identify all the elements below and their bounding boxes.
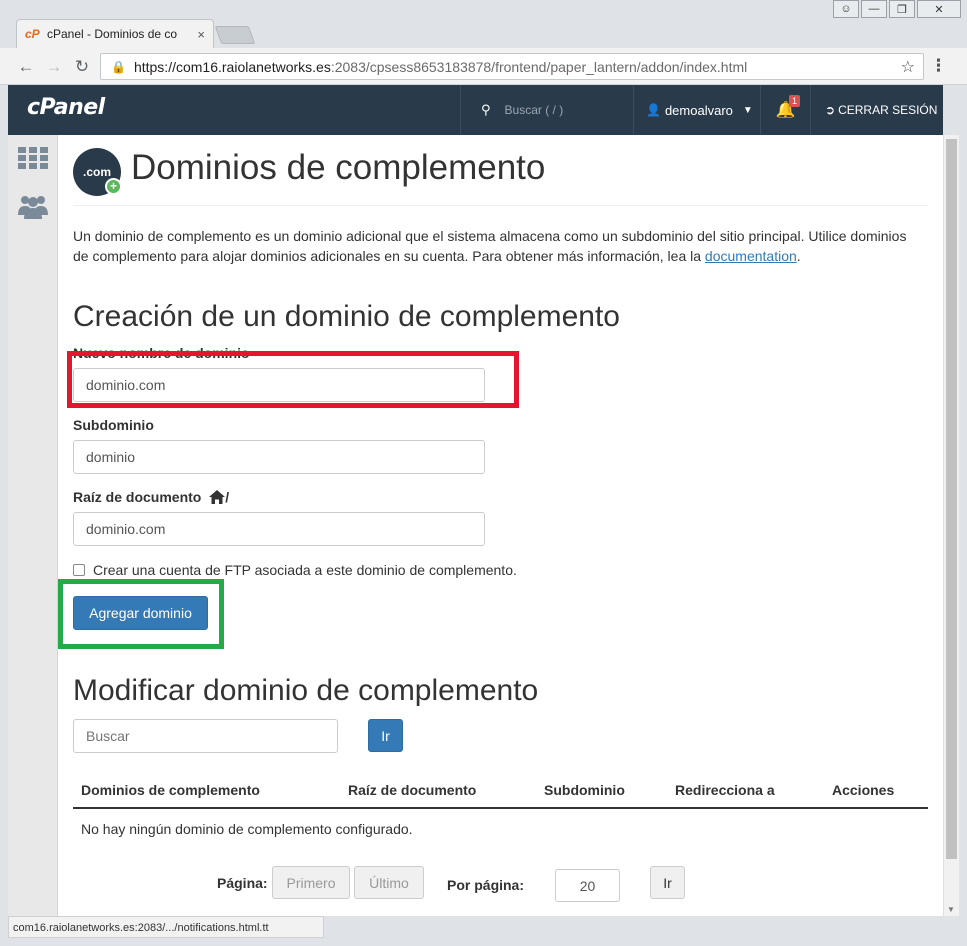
notification-badge: 1 [789, 95, 801, 107]
window-controls: ☺ — ❐ ✕ [833, 0, 961, 18]
dotcom-addon-icon: .com + [73, 148, 122, 196]
column-header[interactable]: Dominios de complemento [81, 782, 260, 798]
modify-search-field[interactable] [86, 728, 325, 744]
window-close-icon[interactable]: ✕ [917, 0, 961, 18]
intro-end: . [796, 248, 801, 264]
main-content: .com + Dominios de complemento Un domini… [58, 135, 943, 916]
profile-icon[interactable]: ☺ [833, 0, 859, 18]
home-icon [209, 490, 226, 507]
column-header[interactable]: Raíz de documento [348, 782, 476, 798]
maximize-icon[interactable]: ❐ [889, 0, 915, 18]
ftp-checkbox[interactable] [73, 564, 85, 576]
header-search[interactable]: ⚲ Buscar ( / ) [460, 85, 630, 135]
per-page-go-button[interactable]: Ir [650, 866, 685, 899]
first-page-button[interactable]: Primero [272, 866, 350, 899]
scroll-down-icon[interactable]: ▼ [947, 905, 955, 914]
modify-heading: Modificar dominio de complemento [73, 674, 539, 707]
highlight-box-green [58, 579, 224, 649]
bookmark-star-icon[interactable]: ☆ [901, 57, 915, 77]
search-go-button[interactable]: Ir [368, 719, 403, 752]
tab-close-icon[interactable]: × [197, 27, 205, 42]
page-label: Página: [217, 875, 268, 891]
forward-arrow-icon[interactable]: → [44, 57, 64, 77]
page-title: Dominios de complemento [131, 148, 546, 187]
scrollbar-thumb[interactable] [946, 139, 957, 859]
caret-down-icon: ▼ [742, 104, 753, 116]
logout-button[interactable]: ➲ CERRAR SESIÓN [810, 85, 943, 135]
address-bar[interactable]: 🔒 https://com16.raiolanetworks.es :2083/… [100, 53, 924, 80]
new-tab-button[interactable] [214, 26, 256, 44]
plus-icon: + [105, 178, 122, 195]
header-search-placeholder: Buscar ( / ) [504, 103, 564, 117]
back-arrow-icon[interactable]: ← [16, 57, 36, 77]
browser-menu-icon[interactable]: ⋮ [930, 56, 947, 76]
modify-search-input[interactable] [73, 719, 338, 753]
cpanel-header: cPanel ⚲ Buscar ( / ) 👤 demoalvaro ▼ 🔔 1… [8, 85, 943, 135]
users-group-icon[interactable] [18, 191, 48, 221]
logout-icon: ➲ [825, 103, 836, 117]
docroot-field[interactable] [86, 521, 472, 537]
ftp-checkbox-label: Crear una cuenta de FTP asociada a este … [93, 562, 517, 578]
page-icon-text: .com [82, 165, 111, 179]
browser-toolbar: ← → ↻ 🔒 https://com16.raiolanetworks.es … [0, 48, 967, 85]
column-header[interactable]: Subdominio [544, 782, 625, 798]
minimize-icon[interactable]: — [861, 0, 887, 18]
url-path: :2083/cpsess8653183878/frontend/paper_la… [330, 58, 748, 75]
grid-icon[interactable] [18, 143, 48, 173]
browser-tab[interactable]: cP cPanel - Dominios de co × [16, 19, 214, 48]
last-page-button[interactable]: Último [354, 866, 424, 899]
window-frame [0, 938, 967, 946]
logout-label: CERRAR SESIÓN [838, 103, 938, 117]
docroot-label: Raíz de documento [73, 489, 202, 505]
empty-table-message: No hay ningún dominio de complemento con… [81, 821, 413, 837]
browser-status-bar: com16.raiolanetworks.es:2083/.../notific… [8, 916, 324, 938]
highlight-box-red [67, 351, 519, 408]
user-menu[interactable]: 👤 demoalvaro ▼ [633, 85, 760, 135]
per-page-value: 20 [579, 877, 596, 894]
cpanel-logo[interactable]: cPanel [27, 95, 105, 120]
docroot-input[interactable] [73, 512, 485, 546]
documentation-link[interactable]: documentation [705, 248, 797, 264]
subdomain-field[interactable] [86, 449, 472, 465]
page-scrollbar[interactable]: ▼ [943, 135, 959, 916]
column-header: Acciones [832, 782, 895, 798]
docroot-label-row: Raíz de documento / [73, 489, 229, 507]
docroot-suffix: / [225, 489, 230, 505]
lock-icon: 🔒 [111, 59, 126, 74]
ftp-checkbox-row[interactable]: Crear una cuenta de FTP asociada a este … [73, 562, 517, 578]
cpanel-favicon-icon: cP [25, 27, 40, 41]
column-header[interactable]: Redirecciona a [675, 782, 775, 798]
subdomain-label: Subdominio [73, 417, 154, 433]
per-page-input[interactable]: 20 [555, 869, 620, 902]
search-icon: ⚲ [481, 102, 491, 117]
url-host: https://com16.raiolanetworks.es [133, 58, 331, 75]
create-heading: Creación de un dominio de complemento [73, 300, 620, 333]
addon-table-header: Dominios de complemento Raíz de document… [73, 774, 928, 809]
per-page-label: Por página: [447, 877, 525, 893]
username: demoalvaro [664, 102, 733, 118]
browser-titlebar: cP cPanel - Dominios de co × ☺ — ❐ ✕ [0, 0, 967, 48]
subdomain-input[interactable] [73, 440, 485, 474]
cpanel-sidebar [8, 135, 58, 916]
user-icon: 👤 [646, 103, 661, 117]
reload-icon[interactable]: ↻ [72, 57, 92, 77]
divider [73, 205, 928, 206]
intro-text: Un dominio de complemento es un dominio … [73, 226, 923, 266]
notifications-button[interactable]: 🔔 1 [760, 85, 810, 135]
tab-title: cPanel - Dominios de co [47, 27, 178, 41]
